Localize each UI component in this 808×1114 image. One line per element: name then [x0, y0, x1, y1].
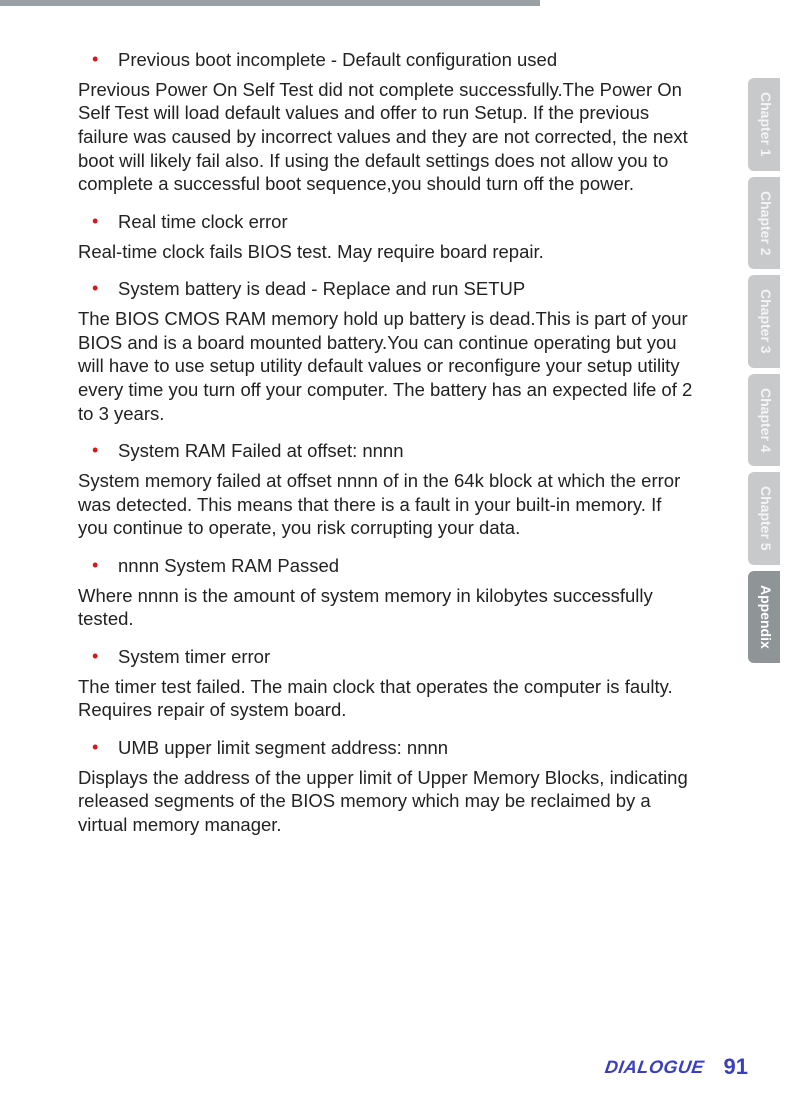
paragraph: Where nnnn is the amount of system memor…: [78, 584, 696, 631]
bullet-icon: •: [78, 439, 118, 461]
bullet-label: UMB upper limit segment address: nnnn: [118, 736, 696, 760]
bullet-label: System timer error: [118, 645, 696, 669]
bullet-icon: •: [78, 277, 118, 299]
bullet-icon: •: [78, 48, 118, 70]
paragraph: The timer test failed. The main clock th…: [78, 675, 696, 722]
chapter-tabs: Chapter 1 Chapter 2 Chapter 3 Chapter 4 …: [748, 78, 780, 663]
paragraph: Real-time clock fails BIOS test. May req…: [78, 240, 696, 264]
tab-chapter-4[interactable]: Chapter 4: [748, 374, 780, 467]
list-item: • Real time clock error: [78, 210, 696, 234]
tab-chapter-1[interactable]: Chapter 1: [748, 78, 780, 171]
page-body: • Previous boot incomplete - Default con…: [78, 48, 696, 851]
tab-chapter-5[interactable]: Chapter 5: [748, 472, 780, 565]
list-item: • System timer error: [78, 645, 696, 669]
paragraph: Previous Power On Self Test did not comp…: [78, 78, 696, 196]
bullet-label: Previous boot incomplete - Default confi…: [118, 48, 696, 72]
brand-logo: DIALOGUE: [603, 1057, 705, 1078]
tab-appendix[interactable]: Appendix: [748, 571, 780, 663]
list-item: • System battery is dead - Replace and r…: [78, 277, 696, 301]
bullet-icon: •: [78, 210, 118, 232]
bullet-label: Real time clock error: [118, 210, 696, 234]
bullet-label: System RAM Failed at offset: nnnn: [118, 439, 696, 463]
list-item: • nnnn System RAM Passed: [78, 554, 696, 578]
paragraph: System memory failed at offset nnnn of i…: [78, 469, 696, 540]
bullet-icon: •: [78, 645, 118, 667]
list-item: • UMB upper limit segment address: nnnn: [78, 736, 696, 760]
paragraph: Displays the address of the upper limit …: [78, 766, 696, 837]
top-accent-bar: [0, 0, 540, 6]
bullet-label: nnnn System RAM Passed: [118, 554, 696, 578]
paragraph: The BIOS CMOS RAM memory hold up battery…: [78, 307, 696, 425]
list-item: • Previous boot incomplete - Default con…: [78, 48, 696, 72]
bullet-icon: •: [78, 736, 118, 758]
list-item: • System RAM Failed at offset: nnnn: [78, 439, 696, 463]
page-footer: DIALOGUE 91: [605, 1054, 749, 1080]
tab-chapter-2[interactable]: Chapter 2: [748, 177, 780, 270]
tab-chapter-3[interactable]: Chapter 3: [748, 275, 780, 368]
page-number: 91: [724, 1054, 748, 1080]
bullet-label: System battery is dead - Replace and run…: [118, 277, 696, 301]
bullet-icon: •: [78, 554, 118, 576]
